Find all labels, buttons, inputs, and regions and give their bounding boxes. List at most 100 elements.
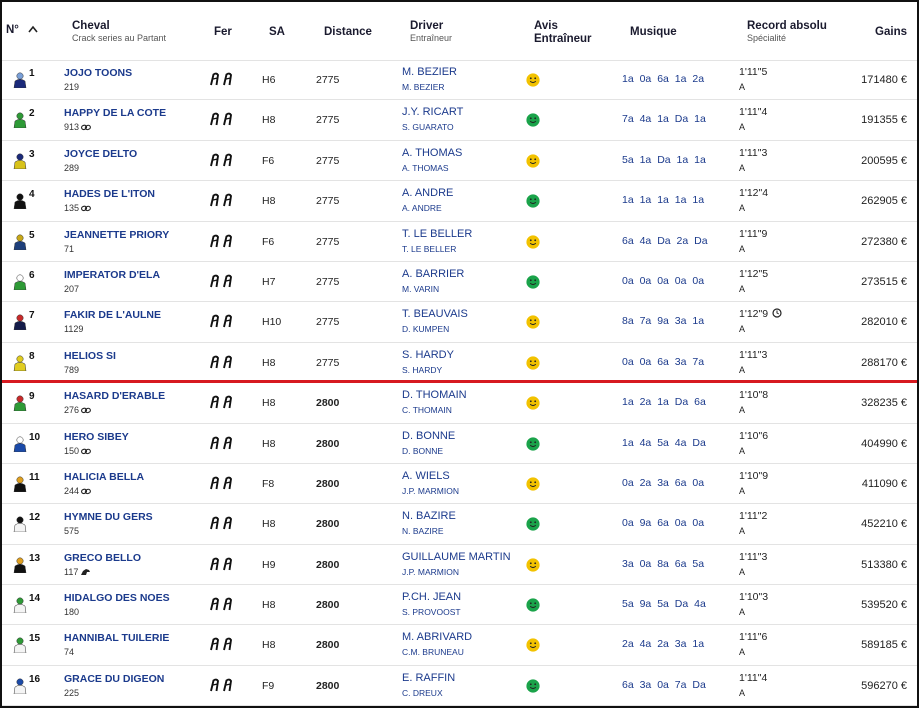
table-row[interactable]: 4 HADES DE L'ITON 135 H8 2775 A. ANDRE A… <box>2 181 917 222</box>
trainer-link[interactable]: D. BONNE <box>402 446 443 456</box>
trainer-opinion-smiley-icon <box>526 638 540 653</box>
record-value: 1'11"4 <box>739 671 768 684</box>
driver-link[interactable]: S. HARDY <box>402 349 454 361</box>
jockey-silk-icon <box>13 72 27 88</box>
table-row[interactable]: 9 HASARD D'ERABLE 276 H8 2800 D. THOMAIN… <box>2 383 917 424</box>
driver-link[interactable]: D. THOMAIN <box>402 389 467 401</box>
horse-name-link[interactable]: FAKIR DE L'AULNE <box>64 309 161 321</box>
horse-career-value: 74 <box>64 647 75 658</box>
driver-link[interactable]: E. RAFFIN <box>402 672 455 684</box>
trainer-link[interactable]: D. KUMPEN <box>402 324 449 334</box>
record-header[interactable]: Record absolu Spécialité <box>747 20 827 43</box>
trainer-link[interactable]: C. DREUX <box>402 688 443 698</box>
table-row[interactable]: 8 HELIOS SI 789 H8 2775 S. HARDY S. HARD… <box>2 343 917 384</box>
trainer-link[interactable]: A. ANDRE <box>402 203 442 213</box>
gains-value: 589185 € <box>861 639 907 652</box>
horse-name-link[interactable]: HASARD D'ERABLE <box>64 390 165 402</box>
driver-link[interactable]: P.CH. JEAN <box>402 591 461 603</box>
trainer-link[interactable]: J.P. MARMION <box>402 567 459 577</box>
driver-link[interactable]: T. LE BELLER <box>402 228 472 240</box>
horse-name-link[interactable]: HADES DE L'ITON <box>64 188 155 200</box>
horse-name-link[interactable]: HALICIA BELLA <box>64 471 144 483</box>
horse-name-link[interactable]: HIDALGO DES NOES <box>64 592 170 604</box>
driver-link[interactable]: A. ANDRE <box>402 187 453 199</box>
trainer-opinion-smiley-icon <box>526 679 540 693</box>
specialite-value: A <box>739 566 746 577</box>
gains-value: 288170 € <box>861 356 907 369</box>
table-row[interactable]: 6 IMPERATOR D'ELA 207 H7 2775 A. BARRIER… <box>2 262 917 303</box>
driver-link[interactable]: A. THOMAS <box>402 147 462 159</box>
horse-name-link[interactable]: HELIOS SI <box>64 350 116 362</box>
driver-link[interactable]: J.Y. RICART <box>402 106 463 118</box>
trainer-link[interactable]: T. LE BELLER <box>402 244 456 254</box>
table-row[interactable]: 5 JEANNETTE PRIORY 71 F6 2775 T. LE BELL… <box>2 222 917 262</box>
horseshoe-icon <box>210 315 232 328</box>
specialite-value: A <box>739 243 746 254</box>
horse-name-link[interactable]: HAPPY DE LA COTE <box>64 107 166 119</box>
distance-header[interactable]: Distance <box>324 26 372 38</box>
sort-chevron-up-icon[interactable] <box>28 25 38 33</box>
musique-header[interactable]: Musique <box>630 26 677 38</box>
jockey-silk-icon <box>13 314 27 331</box>
gains-header[interactable]: Gains <box>875 26 907 38</box>
horse-name-link[interactable]: HERO SIBEY <box>64 431 129 443</box>
table-row[interactable]: 7 FAKIR DE L'AULNE 1129 H10 2775 T. BEAU… <box>2 302 917 343</box>
driver-link[interactable]: GUILLAUME MARTIN <box>402 551 511 563</box>
trainer-subheader: Entraîneur <box>410 33 453 43</box>
table-row[interactable]: 3 JOYCE DELTO 289 F6 2775 A. THOMAS A. T… <box>2 141 917 182</box>
driver-link[interactable]: A. BARRIER <box>402 268 464 280</box>
avis-header[interactable]: Avis Entraîneur <box>534 20 592 46</box>
driver-link[interactable]: M. BEZIER <box>402 66 457 78</box>
horse-name-link[interactable]: GRECO BELLO <box>64 552 141 564</box>
trainer-link[interactable]: J.P. MARMION <box>402 486 459 496</box>
horse-name-link[interactable]: IMPERATOR D'ELA <box>64 269 160 281</box>
driver-link[interactable]: M. ABRIVARD <box>402 631 472 643</box>
trainer-link[interactable]: S. PROVOOST <box>402 607 461 617</box>
trainer-link[interactable]: C.M. BRUNEAU <box>402 647 464 657</box>
horseshoe-icon <box>210 355 232 368</box>
driver-link[interactable]: A. WIELS <box>402 470 450 482</box>
table-row[interactable]: 12 HYMNE DU GERS 575 H8 2800 N. BAZIRE N… <box>2 504 917 545</box>
horse-name-link[interactable]: JOJO TOONS <box>64 67 132 79</box>
driver-link[interactable]: T. BEAUVAIS <box>402 308 468 320</box>
table-row[interactable]: 1 JOJO TOONS 219 H6 2775 M. BEZIER M. BE… <box>2 60 917 101</box>
horse-name-link[interactable]: JOYCE DELTO <box>64 148 137 160</box>
table-row[interactable]: 13 GRECO BELLO 117 H9 2800 GUILLAUME MAR… <box>2 545 917 586</box>
driver-link[interactable]: D. BONNE <box>402 430 455 442</box>
trainer-link[interactable]: A. THOMAS <box>402 163 449 173</box>
record-value: 1'11"4 <box>739 106 768 119</box>
distance-value: 2775 <box>316 74 340 86</box>
sex-age-value: H9 <box>262 558 276 571</box>
specialite-value: A <box>739 283 746 294</box>
table-row[interactable]: 15 HANNIBAL TUILERIE 74 H8 2800 M. ABRIV… <box>2 625 917 666</box>
driver-link[interactable]: N. BAZIRE <box>402 510 456 522</box>
horse-career-value: 225 <box>64 687 80 698</box>
trainer-opinion-smiley-icon <box>526 396 540 410</box>
table-row[interactable]: 10 HERO SIBEY 150 H8 2800 D. BONNE D. BO… <box>2 424 917 464</box>
trainer-link[interactable]: N. BAZIRE <box>402 526 444 536</box>
trainer-link[interactable]: S. HARDY <box>402 365 442 375</box>
horse-career-value: 219 <box>64 82 80 92</box>
record-value: 1'11"9 <box>739 227 768 240</box>
table-row[interactable]: 16 GRACE DU DIGEON 225 F9 2800 E. RAFFIN… <box>2 666 917 706</box>
cheval-header[interactable]: Cheval Crack series au Partant <box>72 20 166 43</box>
record-value: 1'11"5 <box>739 66 768 78</box>
table-row[interactable]: 2 HAPPY DE LA COTE 913 H8 2775 J.Y. RICA… <box>2 100 917 141</box>
num-header[interactable]: N° <box>6 24 38 36</box>
trainer-link[interactable]: M. VARIN <box>402 284 439 294</box>
trainer-link[interactable]: M. BEZIER <box>402 82 445 92</box>
sa-header[interactable]: SA <box>269 26 285 38</box>
table-row[interactable]: 14 HIDALGO DES NOES 180 H8 2800 P.CH. JE… <box>2 585 917 626</box>
trainer-link[interactable]: C. THOMAIN <box>402 405 452 415</box>
trainer-link[interactable]: S. GUARATO <box>402 122 454 132</box>
driver-header[interactable]: Driver Entraîneur <box>410 20 452 43</box>
table-row[interactable]: 11 HALICIA BELLA 244 F8 2800 A. WIELS J.… <box>2 464 917 505</box>
horse-name-link[interactable]: HANNIBAL TUILERIE <box>64 632 169 644</box>
fer-header[interactable]: Fer <box>214 26 232 38</box>
record-value: 1'12"5 <box>739 267 769 280</box>
horse-name-link[interactable]: HYMNE DU GERS <box>64 511 153 523</box>
horse-name-link[interactable]: JEANNETTE PRIORY <box>64 229 169 241</box>
horse-name-link[interactable]: GRACE DU DIGEON <box>64 673 164 685</box>
horse-career-value: 289 <box>64 162 80 173</box>
record-value: 1'10"9 <box>739 469 769 482</box>
